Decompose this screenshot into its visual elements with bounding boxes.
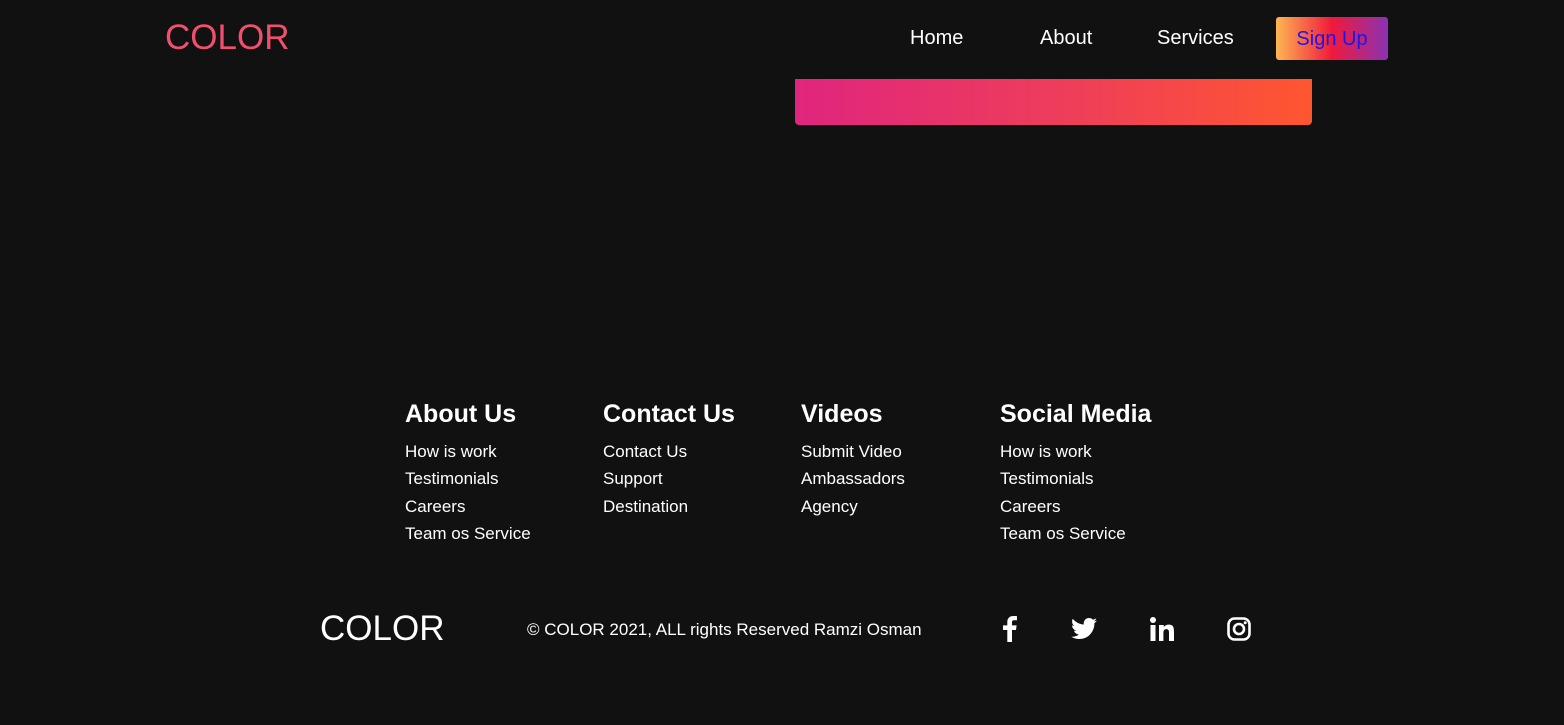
footer-link[interactable]: Testimonials <box>1000 469 1094 488</box>
footer-column-title: Videos <box>801 400 883 428</box>
footer-column-videos: Videos Submit Video Ambassadors Agency <box>801 396 991 520</box>
footer-link[interactable]: Team os Service <box>1000 524 1126 543</box>
footer-column-social: Social Media How is work Testimonials Ca… <box>1000 396 1190 547</box>
header-logo[interactable]: COLOR <box>165 18 289 58</box>
footer-link-list: Submit Video Ambassadors Agency <box>801 438 991 520</box>
nav-services[interactable]: Services <box>1157 17 1234 60</box>
footer-column-about: About Us How is work Testimonials Career… <box>405 396 595 547</box>
footer-column-title: About Us <box>405 400 517 428</box>
footer-link[interactable]: Submit Video <box>801 442 902 461</box>
footer-link[interactable]: How is work <box>1000 442 1092 461</box>
footer-column-title: Contact Us <box>603 400 735 428</box>
facebook-icon[interactable] <box>992 613 1028 645</box>
footer-link[interactable]: Support <box>603 469 663 488</box>
footer-link[interactable]: Agency <box>801 497 858 516</box>
twitter-icon[interactable] <box>1066 613 1102 645</box>
footer-link[interactable]: Testimonials <box>405 469 499 488</box>
instagram-icon[interactable] <box>1221 613 1257 645</box>
copyright-text: © COLOR 2021, ALL rights Reserved Ramzi … <box>527 620 922 639</box>
footer-logo[interactable]: COLOR <box>320 608 444 650</box>
hero-gradient-banner <box>795 79 1312 125</box>
footer-link[interactable]: Team os Service <box>405 524 531 543</box>
footer-link[interactable]: Destination <box>603 497 688 516</box>
footer-link-list: How is work Testimonials Careers Team os… <box>1000 438 1190 547</box>
nav-home[interactable]: Home <box>910 17 963 60</box>
footer-link-list: Contact Us Support Destination <box>603 438 793 520</box>
footer-link[interactable]: Contact Us <box>603 442 687 461</box>
footer-link[interactable]: Careers <box>1000 497 1060 516</box>
linkedin-icon[interactable] <box>1144 613 1180 645</box>
page: COLOR Home About Services Sign Up About … <box>0 0 1564 725</box>
footer-link[interactable]: How is work <box>405 442 497 461</box>
footer-column-title: Social Media <box>1000 400 1152 428</box>
nav-about[interactable]: About <box>1040 17 1092 60</box>
sign-up-button[interactable]: Sign Up <box>1276 17 1388 60</box>
footer-link[interactable]: Ambassadors <box>801 469 905 488</box>
footer-link[interactable]: Careers <box>405 497 465 516</box>
footer-column-contact: Contact Us Contact Us Support Destinatio… <box>603 396 793 520</box>
footer-link-list: How is work Testimonials Careers Team os… <box>405 438 595 547</box>
